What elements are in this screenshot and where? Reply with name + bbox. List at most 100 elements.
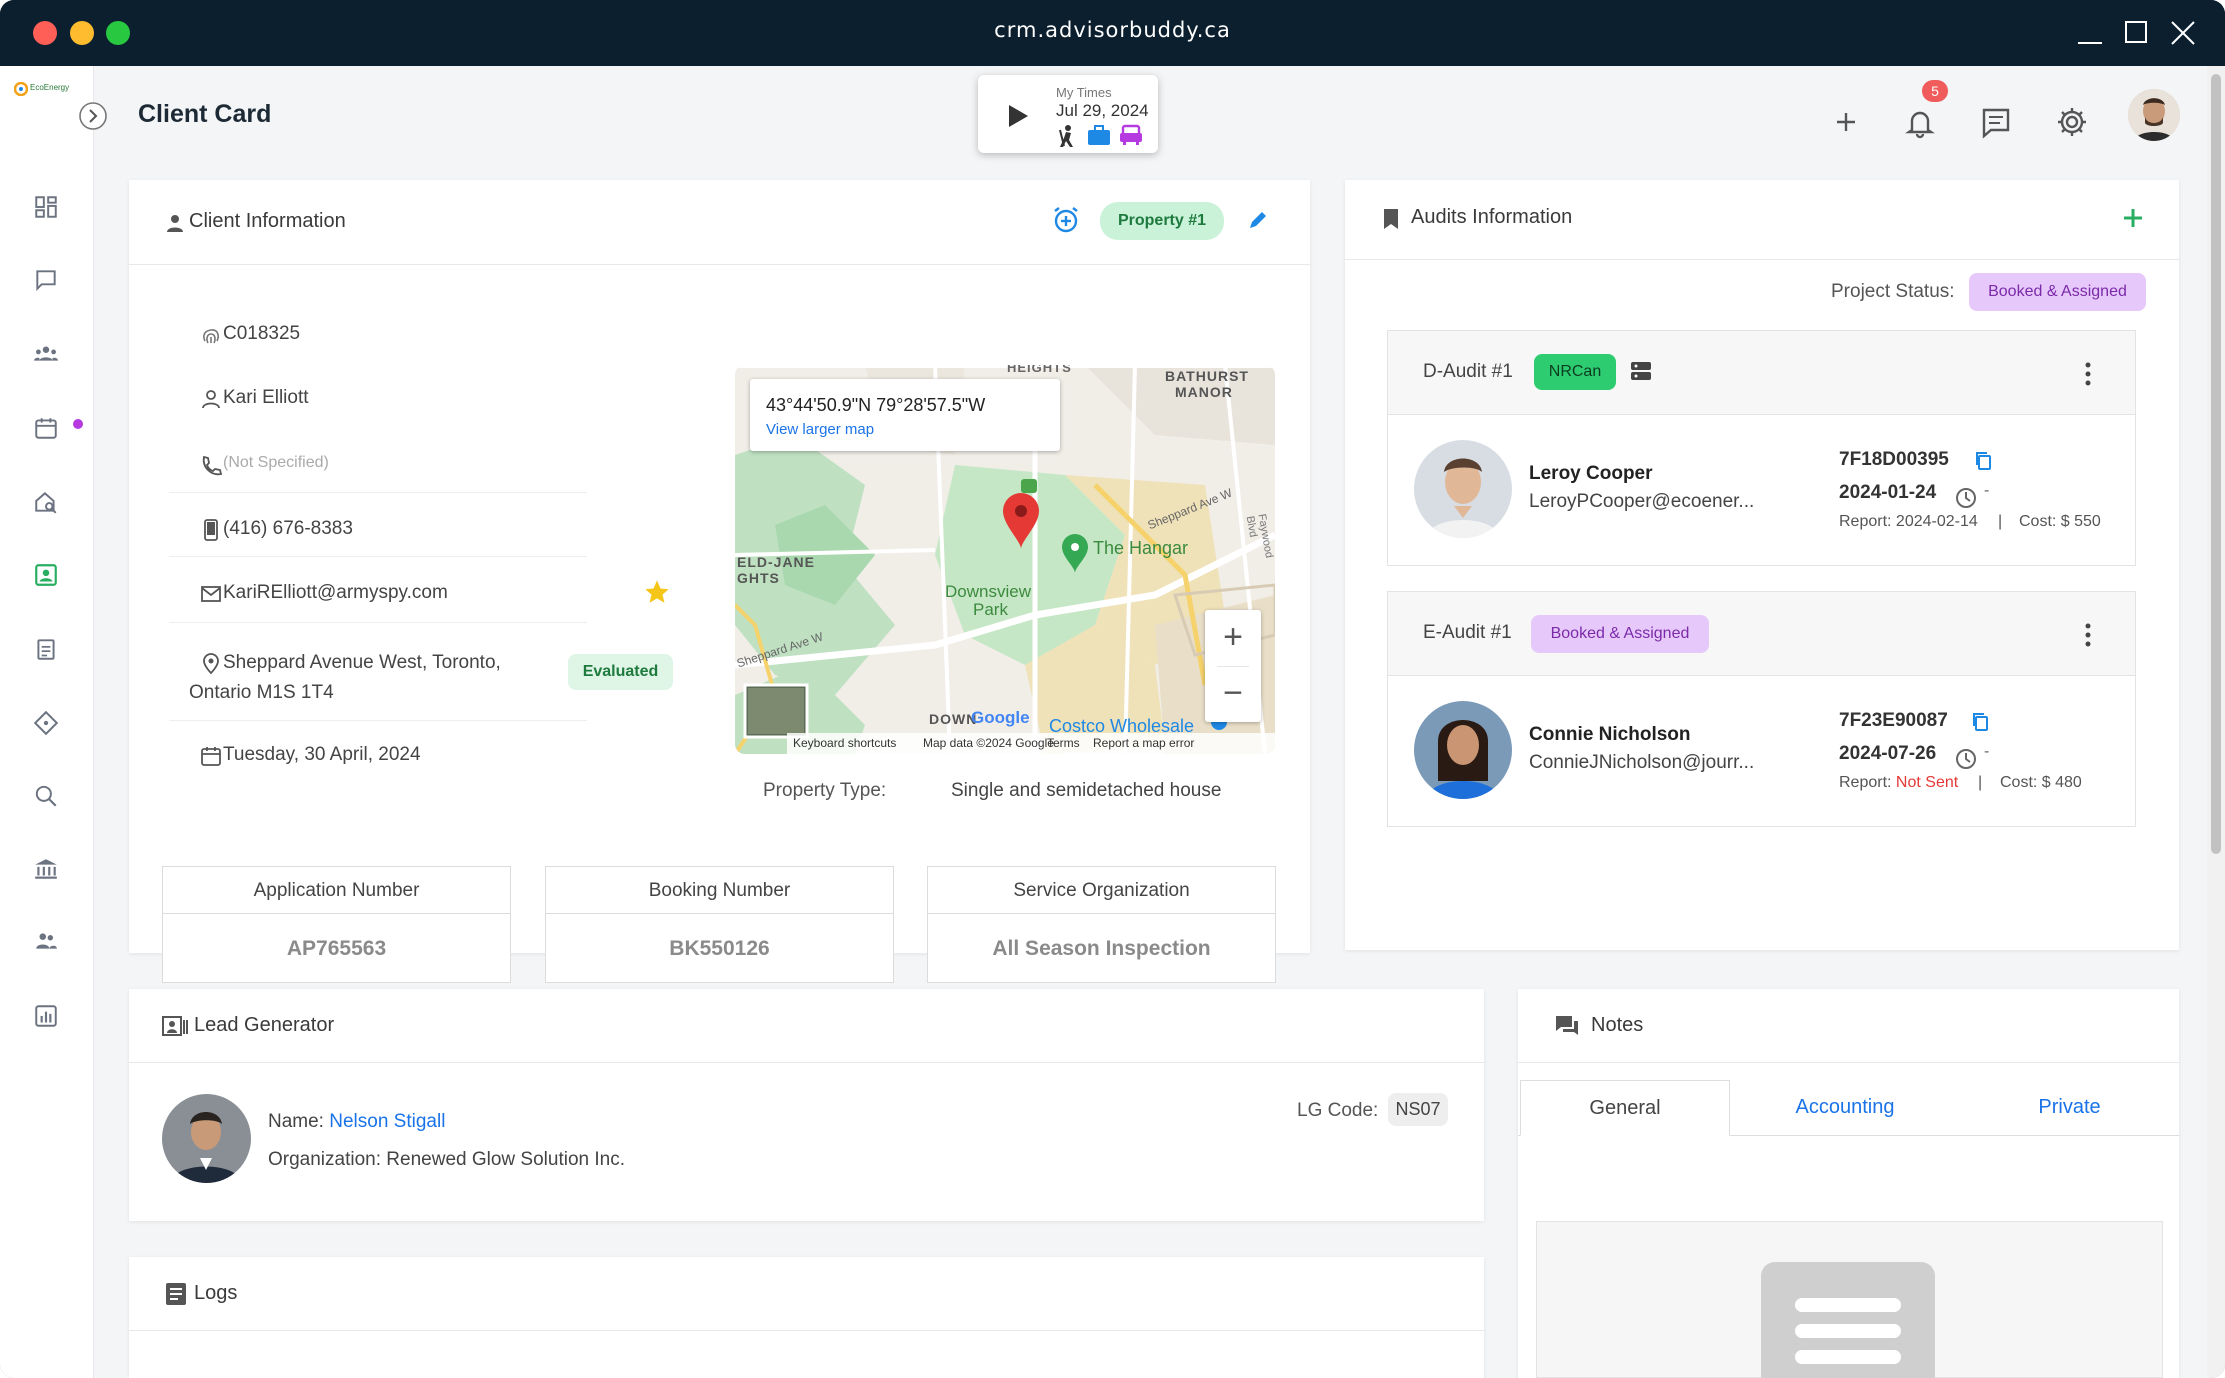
edit-pencil-icon[interactable] — [1246, 208, 1270, 232]
fingerprint-icon — [203, 329, 219, 344]
more-options-icon[interactable] — [2085, 623, 2091, 647]
alarm-add-icon[interactable] — [1051, 205, 1081, 235]
view-larger-map-link[interactable]: View larger map — [766, 421, 874, 438]
copy-icon[interactable] — [1971, 712, 1989, 732]
more-options-icon[interactable] — [2085, 362, 2091, 386]
person-icon — [167, 215, 183, 232]
app-logo[interactable]: EcoEnergy — [14, 82, 80, 96]
notes-tabs: General Accounting Private — [1518, 1080, 2179, 1136]
worker-icon[interactable] — [1056, 124, 1078, 148]
property-map[interactable]: BATHURST MANOR HEIGHTS ELD-JANE GHTS Dow… — [735, 365, 1275, 754]
clock-icon[interactable] — [1955, 748, 1977, 770]
expand-sidebar-icon[interactable] — [78, 101, 108, 131]
map-terms-link[interactable]: Terms — [1047, 736, 1080, 750]
sidebar-item-reports[interactable] — [29, 999, 63, 1033]
sidebar-item-institutions[interactable] — [29, 852, 63, 886]
map-coordinates: 43°44'50.9"N 79°28'57.5"W — [766, 395, 986, 415]
client-mobile-text[interactable]: (416) 676-8383 — [223, 518, 353, 539]
client-address-line1: Sheppard Avenue West, Toronto, — [223, 652, 501, 673]
maximize-icon[interactable] — [2120, 16, 2154, 50]
bookmark-icon — [1384, 209, 1398, 229]
messages-icon[interactable] — [1976, 102, 2016, 142]
page-scrollbar[interactable] — [2207, 66, 2225, 1378]
property-type-value: Single and semidetached house — [951, 780, 1222, 801]
sidebar-item-team[interactable] — [29, 924, 63, 958]
zoom-in-button[interactable]: + — [1205, 612, 1261, 662]
connie-nicholson-name: Connie Nicholson — [1529, 724, 1691, 745]
clipboard-icon — [37, 639, 55, 660]
timer-date: Jul 29, 2024 — [1056, 101, 1149, 120]
zoom-divider — [1217, 666, 1249, 667]
map-keyboard-shortcuts[interactable]: Keyboard shortcuts — [793, 736, 896, 750]
booking-number-label: Booking Number — [546, 867, 893, 914]
e-audit-date-dash: - — [1984, 743, 1990, 760]
sidebar-item-properties[interactable] — [29, 485, 63, 519]
sofa-icon[interactable] — [1119, 124, 1143, 146]
sidebar-item-search[interactable] — [29, 779, 63, 813]
my-times-widget[interactable]: My Times Jul 29, 2024 — [978, 75, 1158, 153]
sidebar-item-calendar[interactable] — [29, 411, 63, 445]
d-audit-report-label: Report: — [1839, 513, 1892, 530]
d-audit-date-dash: - — [1984, 482, 1990, 499]
d-audit-separator: | — [1998, 513, 2003, 530]
settings-gear-icon[interactable] — [2052, 102, 2092, 142]
lg-code-label: LG Code: — [1297, 1100, 1379, 1121]
scrollbar-thumb[interactable] — [2211, 74, 2221, 854]
add-audit-icon[interactable] — [2121, 206, 2145, 230]
close-icon[interactable] — [2166, 16, 2200, 50]
map-report-error-link[interactable]: Report a map error — [1093, 736, 1194, 750]
lead-org-label: Organization: — [268, 1149, 382, 1170]
sidebar-item-tags[interactable] — [29, 706, 63, 740]
map-zoom-controls: + − — [1205, 610, 1261, 722]
tab-accounting[interactable]: Accounting — [1730, 1080, 1960, 1134]
briefcase-icon[interactable] — [1087, 124, 1111, 146]
nelson-stigall-avatar — [162, 1094, 251, 1183]
page-title: Client Card — [138, 100, 272, 128]
lead-generator-card: Lead Generator Name: Nelson Stigall Orga… — [129, 989, 1484, 1221]
forum-icon — [1556, 1016, 1578, 1035]
window-title: crm.advisorbuddy.ca — [994, 18, 1231, 42]
leroy-cooper-photo — [1414, 440, 1512, 538]
add-icon[interactable] — [1826, 102, 1866, 142]
tab-general[interactable]: General — [1520, 1080, 1730, 1136]
map-label-hangar: The Hangar — [1093, 538, 1189, 558]
connie-nicholson-photo — [1414, 701, 1512, 799]
clock-icon[interactable] — [1955, 487, 1977, 509]
sidebar-item-clients[interactable] — [29, 336, 63, 370]
minimize-icon[interactable] — [2074, 16, 2108, 50]
star-icon[interactable] — [643, 578, 671, 606]
play-icon[interactable] — [1006, 103, 1030, 129]
client-name-text: Kari Elliott — [223, 387, 309, 408]
connie-nicholson-email: ConnieJNicholson@jourr... — [1529, 752, 1755, 773]
client-email: KariRElliott@armyspy.com — [201, 582, 448, 604]
e-audit-report-label: Report: — [1839, 774, 1892, 791]
chat-icon — [36, 270, 56, 292]
application-number-box: Application Number AP765563 — [162, 866, 511, 983]
client-id: C018325 — [203, 323, 300, 345]
people-icon — [36, 933, 57, 949]
connie-nicholson-avatar — [1414, 701, 1512, 799]
server-icon[interactable] — [1629, 359, 1653, 383]
location-pin-icon — [203, 653, 219, 675]
property-badge[interactable]: Property #1 — [1100, 202, 1224, 240]
zoom-out-button[interactable]: − — [1205, 668, 1261, 718]
client-information-header: Client Information Property #1 — [129, 180, 1310, 265]
sidebar-item-tasks[interactable] — [29, 632, 63, 666]
sidebar-item-messages[interactable] — [29, 263, 63, 297]
sidebar-item-client-card[interactable] — [29, 558, 63, 592]
e-audit-report: Report: Not Sent — [1839, 774, 1958, 792]
copy-icon[interactable] — [1974, 451, 1992, 471]
client-email-text[interactable]: KariRElliott@armyspy.com — [223, 582, 448, 603]
map-label-eld-jane: ELD-JANE — [737, 554, 816, 570]
app-body: EcoEnergy Client Card My Times Jul 29, 2… — [0, 66, 2225, 1378]
document-list-icon — [166, 1283, 186, 1305]
notification-bell-icon[interactable] — [1900, 102, 1940, 142]
user-avatar[interactable] — [2128, 89, 2180, 141]
lead-name-link[interactable]: Nelson Stigall — [329, 1111, 445, 1132]
phone-icon — [202, 455, 223, 476]
sidebar-item-dashboard[interactable] — [29, 190, 63, 224]
tab-private[interactable]: Private — [1960, 1080, 2179, 1134]
logo-icon — [14, 82, 28, 96]
divider — [169, 720, 587, 721]
e-audit-title: E-Audit #1 — [1423, 622, 1512, 643]
